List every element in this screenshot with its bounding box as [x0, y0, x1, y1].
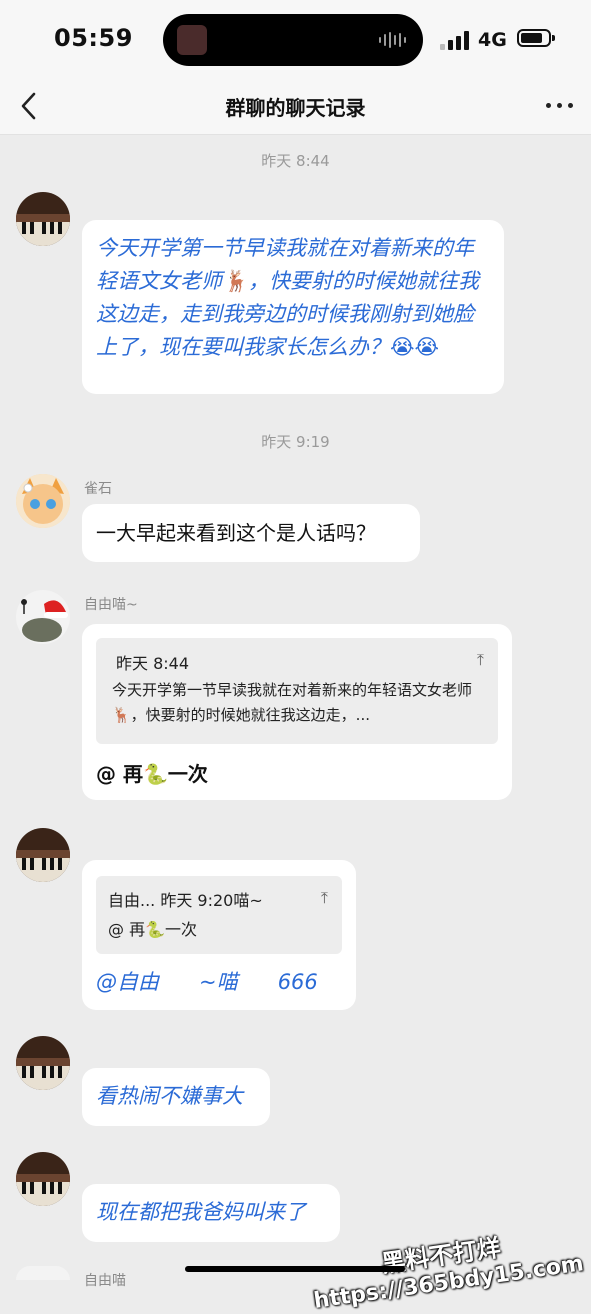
message-text: 看热闹不嫌事大 — [96, 1084, 243, 1108]
avatar-piano[interactable] — [16, 192, 70, 246]
message-text: 现在都把我爸妈叫来了 — [96, 1200, 306, 1224]
message-bubble[interactable]: 今天开学第一节早读我就在对着新来的年轻语文女老师🦌，快要射的时候她就往我这边走，… — [82, 220, 504, 394]
message-bubble[interactable]: 现在都把我爸妈叫来了 — [82, 1184, 340, 1242]
reply-bubble[interactable]: 昨天 8:44 今天开学第一节早读我就在对着新来的年轻语文女老师🦌，快要射的时候… — [82, 624, 512, 800]
quoted-header: 自由... 昨天 9:20喵~ — [108, 891, 263, 910]
avatar-christmas[interactable] — [16, 590, 70, 644]
avatar-piano[interactable] — [16, 1152, 70, 1206]
page-title: 群聊的聊天记录 — [225, 96, 366, 120]
timestamp: 昨天 9:19 — [261, 433, 330, 451]
avatar-piano[interactable] — [16, 1036, 70, 1090]
message-text: 今天开学第一节早读我就在对着新来的年轻语文女老师🦌，快要射的时候她就往我这边走，… — [96, 236, 480, 359]
quoted-text: @ 再🐍一次 — [108, 920, 198, 939]
message-text: @ 再🐍一次 — [96, 762, 208, 786]
now-playing-artwork — [177, 25, 207, 55]
navigation-bar: 群聊的聊天记录 — [0, 78, 591, 135]
quoted-text: 今天开学第一节早读我就在对着新来的年轻语文女老师🦌，快要射的时候她就往我这边走，… — [112, 681, 473, 724]
sender-name: 自由喵 — [84, 1273, 126, 1289]
battery-icon — [517, 29, 555, 47]
avatar-cat-girl[interactable] — [16, 474, 70, 528]
timestamp: 昨天 8:44 — [261, 152, 330, 170]
quoted-timestamp: 昨天 8:44 — [116, 654, 190, 673]
audio-wave-icon — [379, 32, 407, 48]
avatar-piano[interactable] — [16, 828, 70, 882]
dynamic-island[interactable] — [163, 14, 423, 66]
quoted-message[interactable]: 自由... 昨天 9:20喵~ @ 再🐍一次 ⤒ — [96, 876, 342, 954]
status-time: 05:59 — [54, 24, 133, 52]
message-text: @自由 ~喵 666 — [96, 970, 318, 994]
quoted-message[interactable]: 昨天 8:44 今天开学第一节早读我就在对着新来的年轻语文女老师🦌，快要射的时候… — [96, 638, 498, 744]
message-bubble[interactable]: 看热闹不嫌事大 — [82, 1068, 270, 1126]
jump-to-top-icon[interactable]: ⤒ — [477, 650, 484, 670]
status-bar: 05:59 4G — [0, 0, 591, 78]
network-type: 4G — [478, 29, 507, 51]
more-dots-icon[interactable] — [546, 103, 573, 108]
message-text: 一大早起来看到这个是人话吗？ — [96, 521, 376, 545]
sender-name: 雀石 — [84, 481, 112, 497]
sender-name: 自由喵~ — [84, 597, 138, 613]
reply-bubble[interactable]: 自由... 昨天 9:20喵~ @ 再🐍一次 ⤒ @自由 ~喵 666 — [82, 860, 356, 1010]
avatar-christmas[interactable] — [16, 1266, 70, 1280]
jump-to-top-icon[interactable]: ⤒ — [321, 888, 328, 908]
home-indicator[interactable] — [185, 1266, 405, 1272]
signal-icon — [440, 30, 472, 50]
battery-level — [521, 33, 542, 43]
message-bubble[interactable]: 一大早起来看到这个是人话吗？ — [82, 504, 420, 562]
